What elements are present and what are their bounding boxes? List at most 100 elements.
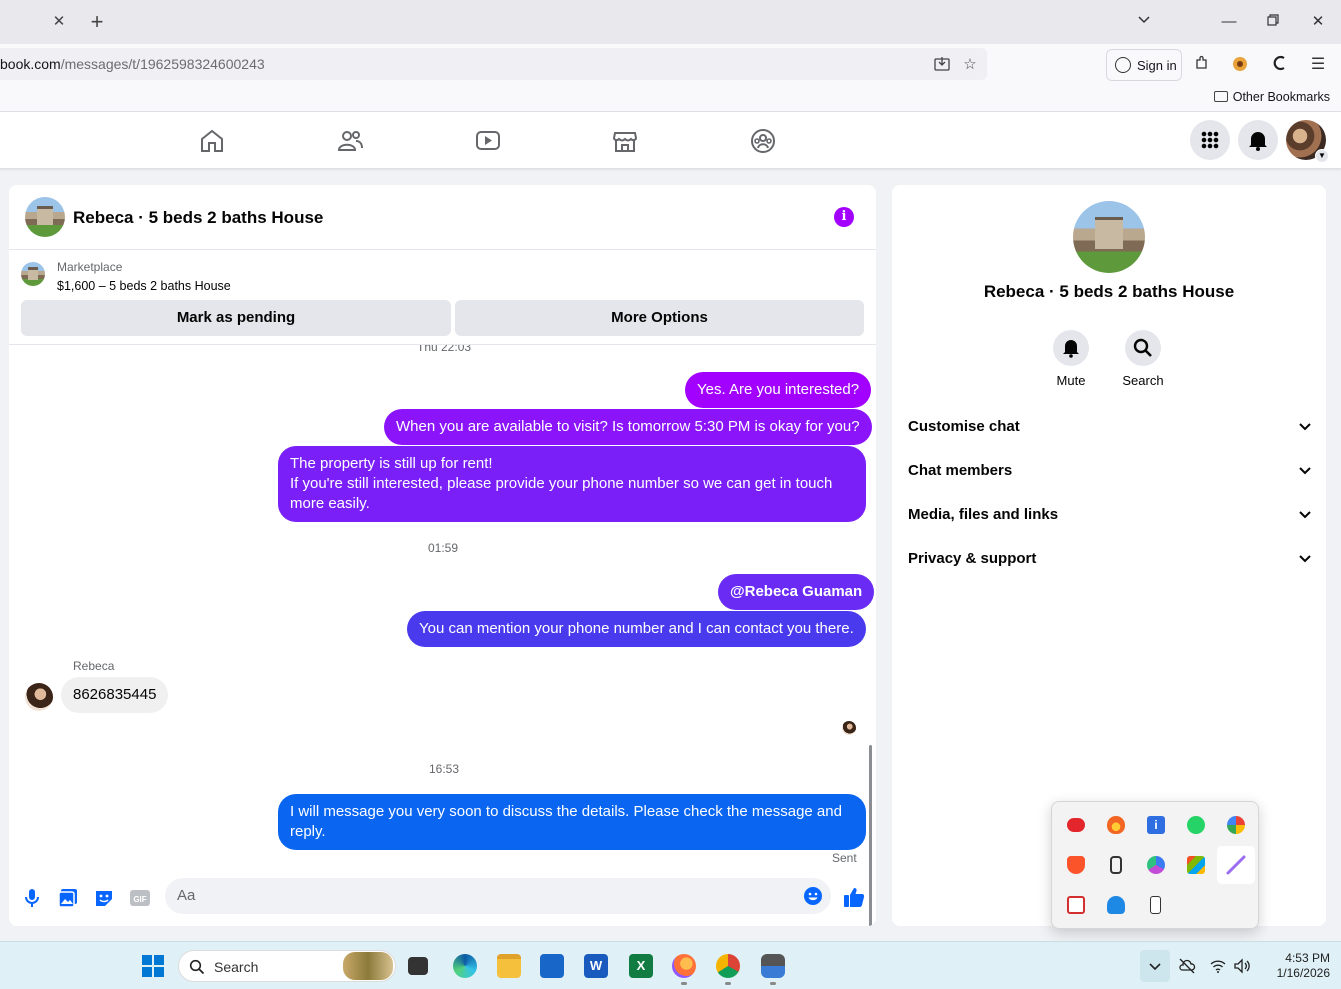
message-bubble-sent[interactable]: @Rebeca Guaman: [718, 574, 875, 610]
excel-icon[interactable]: X: [629, 954, 653, 978]
chat-avatar[interactable]: [25, 197, 65, 237]
timestamp: 01:59: [428, 541, 459, 555]
message-bubble-sent[interactable]: The property is still up for rent! If yo…: [278, 446, 866, 522]
message-text: reply.: [290, 823, 326, 840]
file-explorer-icon[interactable]: [497, 954, 521, 978]
gif-icon[interactable]: GIF: [129, 887, 151, 909]
word-icon[interactable]: W: [584, 954, 608, 978]
message-bubble-sent[interactable]: You can mention your phone number and I …: [407, 611, 866, 647]
mute-label: Mute: [1056, 373, 1086, 388]
account-icon: [1115, 57, 1131, 73]
sticker-icon[interactable]: [93, 887, 115, 909]
microphone-icon[interactable]: [21, 887, 43, 909]
tab-list-chevron-icon[interactable]: [1132, 10, 1156, 34]
message-text: I will message you very soon to discuss …: [290, 803, 842, 820]
section-chat-members[interactable]: Chat members: [908, 462, 1313, 486]
account-chevron-icon[interactable]: ▼: [1315, 149, 1329, 163]
home-icon[interactable]: [198, 127, 226, 155]
chrome-icon[interactable]: [716, 954, 740, 978]
section-media-files-links[interactable]: Media, files and links: [908, 506, 1313, 530]
message-text: more easily.: [290, 495, 370, 512]
wifi-icon[interactable]: [1209, 957, 1227, 975]
task-view-icon[interactable]: [408, 957, 428, 975]
store-icon[interactable]: [540, 954, 564, 978]
notifications-button[interactable]: [1238, 120, 1278, 160]
message-text[interactable]: 8626835445: [73, 686, 156, 703]
marketplace-icon[interactable]: [611, 127, 639, 155]
firefox-icon[interactable]: [672, 954, 696, 978]
message-bubble-sent[interactable]: I will message you very soon to discuss …: [278, 794, 866, 850]
close-window-icon[interactable]: ✕: [1306, 10, 1330, 34]
address-bar[interactable]: book.com/messages/t/1962598324600243 ☆: [0, 48, 987, 80]
sender-avatar[interactable]: [25, 683, 53, 711]
app-icon[interactable]: [761, 954, 785, 978]
bookmark-star-icon[interactable]: ☆: [961, 56, 979, 74]
emoji-icon[interactable]: [803, 886, 823, 906]
running-indicator: [725, 982, 731, 985]
message-bubble-received[interactable]: 8626835445: [61, 677, 169, 713]
search-chat-button[interactable]: Search: [1107, 330, 1179, 388]
edge-icon[interactable]: [453, 954, 477, 978]
menu-grid-button[interactable]: [1190, 120, 1230, 160]
language-tray-icon[interactable]: [1187, 856, 1205, 874]
friends-icon[interactable]: [336, 127, 364, 155]
section-customise-chat[interactable]: Customise chat: [908, 418, 1313, 442]
tray-overflow-button[interactable]: [1140, 950, 1170, 982]
sign-in-button[interactable]: Sign in: [1106, 49, 1182, 81]
info-tray-icon[interactable]: i: [1147, 816, 1165, 834]
taskbar-search[interactable]: Search: [178, 950, 396, 982]
profile-avatar[interactable]: [1073, 201, 1145, 273]
install-app-icon[interactable]: [933, 56, 951, 74]
composer: GIF Aa: [9, 875, 876, 925]
pen-icon: [1226, 855, 1246, 875]
mark-as-pending-button[interactable]: Mark as pending: [21, 300, 451, 336]
mention-text[interactable]: @Rebeca Guaman: [730, 583, 862, 600]
extension-fox-icon[interactable]: [1230, 55, 1250, 75]
brave-tray-icon[interactable]: [1067, 856, 1085, 874]
other-bookmarks[interactable]: Other Bookmarks: [1213, 90, 1330, 104]
section-privacy-support[interactable]: Privacy & support: [908, 550, 1313, 574]
whatsapp-tray-icon[interactable]: [1187, 816, 1205, 834]
defender-tray-icon[interactable]: [1107, 896, 1125, 914]
router-tray-icon[interactable]: [1110, 856, 1122, 874]
browser-toolbar: book.com/messages/t/1962598324600243 ☆ S…: [0, 44, 1341, 86]
info-panel-name[interactable]: Rebeca · 5 beds 2 baths House: [892, 282, 1326, 302]
start-icon[interactable]: [141, 954, 165, 978]
url-domain: book.com: [0, 56, 61, 72]
onedrive-off-icon[interactable]: [1178, 957, 1196, 975]
mute-button[interactable]: Mute: [1035, 330, 1107, 388]
more-options-button[interactable]: More Options: [455, 300, 864, 336]
watch-icon[interactable]: [474, 127, 502, 155]
extension-c-icon[interactable]: [1270, 55, 1290, 75]
volume-icon[interactable]: [1233, 957, 1251, 975]
expressvpn-tray-icon[interactable]: [1067, 818, 1085, 832]
message-input[interactable]: Aa: [165, 878, 831, 914]
bell-icon: [1053, 330, 1089, 366]
copilot-tray-icon[interactable]: [1147, 856, 1165, 874]
menu-icon[interactable]: ☰: [1308, 55, 1328, 75]
chat-title[interactable]: Rebeca · 5 beds 2 baths House: [73, 208, 323, 228]
fire-tray-icon[interactable]: [1107, 816, 1125, 834]
url-text[interactable]: book.com/messages/t/1962598324600243: [0, 56, 265, 72]
groups-icon[interactable]: [749, 127, 777, 155]
taskbar-clock[interactable]: 4:53 PM 1/16/2026: [1262, 951, 1330, 981]
message-bubble-sent[interactable]: When you are available to visit? Is tomo…: [384, 409, 872, 445]
pen-tray-item[interactable]: [1217, 846, 1255, 884]
restore-icon[interactable]: [1261, 10, 1285, 34]
usb-tray-icon[interactable]: [1150, 896, 1161, 914]
message-list[interactable]: Thu 22:03 Yes. Are you interested? When …: [9, 345, 876, 926]
pdf-tray-icon[interactable]: [1067, 896, 1085, 914]
message-bubble-sent[interactable]: Yes. Are you interested?: [685, 372, 872, 408]
photo-icon[interactable]: [57, 887, 79, 909]
message-text: If you're still interested, please provi…: [290, 475, 833, 492]
extensions-icon[interactable]: [1192, 55, 1212, 75]
account-avatar[interactable]: ▼: [1286, 120, 1329, 163]
colorwheel-tray-icon[interactable]: [1227, 816, 1245, 834]
like-thumb-icon[interactable]: [842, 885, 865, 907]
listing-title[interactable]: $1,600 – 5 beds 2 baths House: [57, 279, 231, 293]
minimize-icon[interactable]: —: [1217, 10, 1241, 34]
close-tab-icon[interactable]: ✕: [50, 12, 68, 32]
info-icon[interactable]: i: [834, 207, 854, 227]
listing-thumbnail[interactable]: [21, 262, 45, 286]
new-tab-icon[interactable]: +: [86, 9, 108, 35]
